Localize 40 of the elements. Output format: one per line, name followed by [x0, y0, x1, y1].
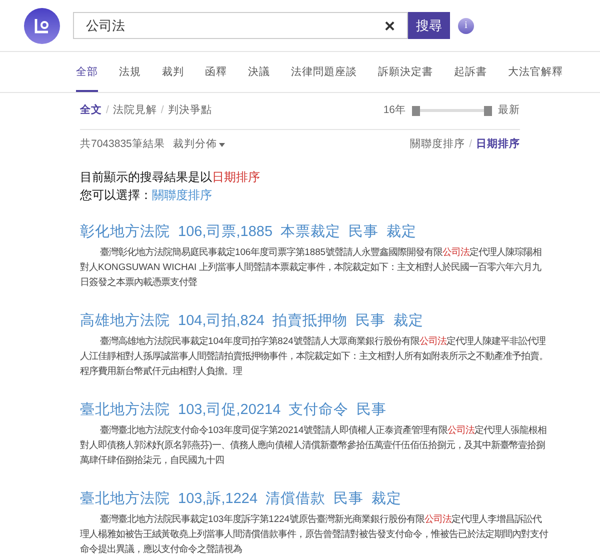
- category-tab[interactable]: 全部: [76, 65, 98, 92]
- slider-handle[interactable]: [412, 106, 420, 116]
- separator: /: [106, 103, 109, 118]
- current-sort-text: 日期排序: [212, 169, 260, 186]
- view-tab[interactable]: 判決爭點: [168, 103, 212, 119]
- result-snippet: 臺灣高雄地方法院民事裁定104年度司拍字第824號聲請人大眾商業銀行股份有限公司法定代理人陳建平非訟代理人江佳靜相對人孫厚誠當事人間聲請拍賣抵押物事件，本院裁定如下：主文相對人所有如附表所示之不動產准予拍賣。程序費用新台幣貳仟元由相對人負擔。理: [80, 334, 548, 378]
- separator: /: [469, 137, 472, 152]
- range-end-label: 最新: [498, 103, 520, 118]
- result-count: 共7043835筆結果: [80, 137, 165, 152]
- result-snippet: 臺灣臺北地方法院民事裁定103年度訴字第1224號原告臺灣新光商業銀行股份有限公司法定代理人李增昌訴訟代理人楊雅如被告王絨黃敬堯上列當事人間清償借款事件，原告曾聲請對被告發支付命令，惟被告已於法定期間內對支付命令提出異議，應以支付命令之聲請視為: [80, 512, 548, 556]
- slider-handle[interactable]: [484, 106, 492, 116]
- range-start-label: 16年: [383, 103, 406, 118]
- result-title-link[interactable]: 臺北地方法院 103,司促,20214 支付命令 民事: [80, 400, 520, 420]
- category-tab[interactable]: 大法官解釋: [508, 65, 563, 92]
- year-slider[interactable]: [412, 106, 492, 116]
- sort-option[interactable]: 關聯度排序: [410, 137, 466, 153]
- caret-icon: [218, 143, 225, 147]
- result-title-link[interactable]: 臺北地方法院 103,訴,1224 清償借款 民事 裁定: [80, 489, 520, 509]
- notice-text: 您可以選擇：: [80, 187, 152, 204]
- category-tab[interactable]: 起訴書: [454, 65, 487, 92]
- category-tab[interactable]: 裁判: [162, 65, 184, 92]
- sort-option[interactable]: 日期排序: [476, 137, 520, 153]
- category-tab[interactable]: 訴願決定書: [378, 65, 433, 92]
- notice-text: 目前顯示的搜尋結果是以: [80, 169, 212, 186]
- category-tab[interactable]: 決議: [248, 65, 270, 92]
- result-snippet: 臺灣臺北地方法院支付命令103年度司促字第20214號聲請人即債權人正泰資產管理有限公司法定代理人張龍根相對人即債務人郭沭妤(原名郭燕芬)一、債務人應向債權人清償新臺幣參拾伍萬壹仟伍佰伍拾捌元，及其中新臺幣壹拾捌萬肆仟肆佰捌拾柒元，自民國九十四: [80, 423, 548, 467]
- search-field[interactable]: 公司法 ×: [73, 12, 408, 39]
- view-tab[interactable]: 全文: [80, 103, 102, 119]
- distribution-dropdown[interactable]: 裁判分佈: [172, 137, 225, 153]
- search-button[interactable]: 搜尋: [408, 12, 450, 39]
- logo-icon: [24, 8, 60, 44]
- separator: /: [160, 103, 164, 118]
- clear-button[interactable]: ×: [384, 16, 395, 34]
- category-tab[interactable]: 法律問題座談: [291, 65, 357, 92]
- result-title-link[interactable]: 彰化地方法院 106,司票,1885 本票裁定 民事 裁定: [80, 222, 520, 242]
- category-tab[interactable]: 函釋: [205, 65, 227, 92]
- result-title-link[interactable]: 高雄地方法院 104,司拍,824 拍賣抵押物 民事 裁定: [80, 311, 520, 331]
- result-snippet: 臺灣彰化地方法院簡易庭民事裁定106年度司票字第1885號聲請人永豐鑫國際開發有限公司法定代理人陳琮陽相對人KONGSUWAN WICHAI 上列當事人間聲請本票裁定事件，本院裁定如下：主文相對人於民國一百零六年六月九日簽發之本票內載憑票支付聲: [80, 245, 542, 289]
- view-tab[interactable]: 法院見解: [112, 103, 157, 119]
- category-tab[interactable]: 法規: [119, 65, 141, 92]
